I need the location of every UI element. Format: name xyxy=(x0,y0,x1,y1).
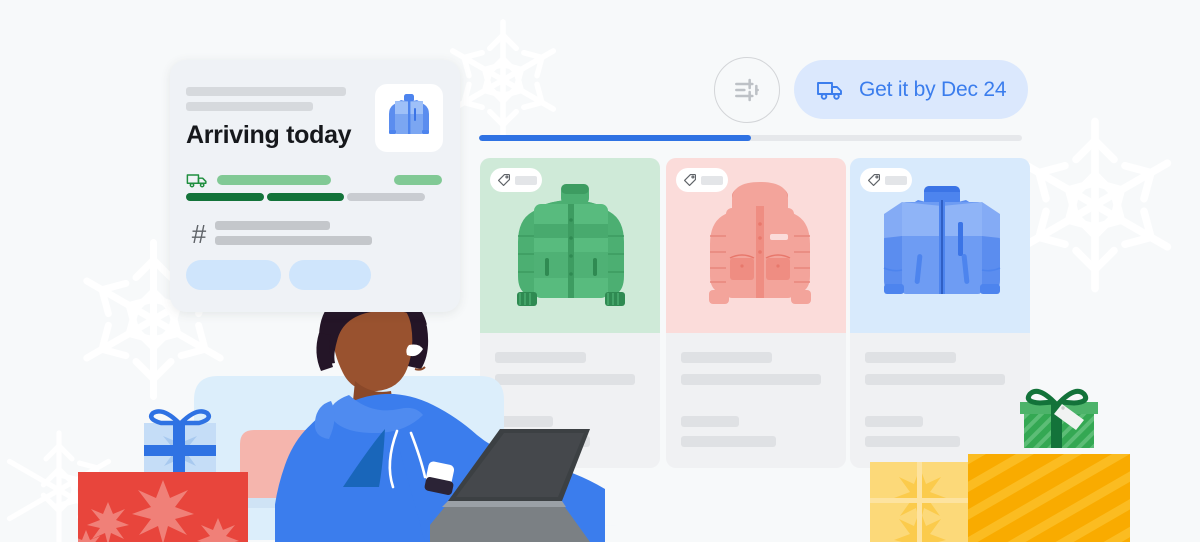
delivery-date-chip[interactable]: Get it by Dec 24 xyxy=(794,60,1028,119)
product-image-blue xyxy=(850,158,1030,333)
tune-filter-icon xyxy=(735,78,759,102)
product-image-pink xyxy=(666,158,846,333)
tracking-segment-delivered xyxy=(347,193,425,201)
tracking-product-thumbnail xyxy=(375,84,443,152)
tracking-segment-ordered xyxy=(186,193,264,201)
tracking-status-bar-secondary xyxy=(394,175,442,185)
tracking-segment-shipped xyxy=(267,193,344,201)
tracking-primary-action-button[interactable] xyxy=(186,260,281,290)
results-progress-bar[interactable] xyxy=(479,135,1022,141)
filter-button[interactable] xyxy=(714,57,780,123)
laptop-illustration xyxy=(430,429,590,542)
price-tag-value xyxy=(885,175,907,185)
blue-jacket-thumbnail-icon xyxy=(389,94,429,134)
blue-zip-jacket-illustration xyxy=(883,186,1001,294)
price-tag-badge-blue[interactable] xyxy=(860,168,912,192)
price-tag-badge-pink[interactable] xyxy=(676,168,728,192)
tracking-card-title: Arriving today xyxy=(186,121,352,149)
red-gift-box xyxy=(78,472,248,542)
shopping-illustration-scene: Get it by Dec 24 Arriving today # xyxy=(0,0,1200,542)
price-tag-icon xyxy=(868,174,880,186)
green-gift-box xyxy=(1020,388,1098,448)
delivery-chip-label: Get it by Dec 24 xyxy=(859,77,1007,101)
product-card-pink-hooded-puffer-jacket[interactable] xyxy=(666,158,846,468)
price-tag-value xyxy=(515,175,537,185)
product-line-4 xyxy=(681,436,776,447)
order-number-skeleton-2 xyxy=(215,236,372,245)
product-line-2 xyxy=(681,374,821,385)
order-tracking-card[interactable]: Arriving today # xyxy=(170,60,460,312)
product-card-blue-zip-fleece-jacket[interactable] xyxy=(850,158,1030,468)
results-progress-fill xyxy=(479,135,751,141)
price-tag-value xyxy=(701,175,723,185)
order-number-hash-icon: # xyxy=(191,219,207,249)
price-tag-badge-green[interactable] xyxy=(490,168,542,192)
product-line-1 xyxy=(865,352,956,363)
product-line-1 xyxy=(681,352,772,363)
product-line-3 xyxy=(865,416,923,427)
tracking-delivery-truck-icon xyxy=(186,174,207,188)
orange-gift-box xyxy=(968,454,1130,542)
product-line-3 xyxy=(681,416,739,427)
pink-hooded-puffer-jacket-illustration xyxy=(709,182,811,304)
tracking-headline-skeleton-2 xyxy=(186,102,313,111)
yellow-gift-box xyxy=(870,462,970,542)
tracking-status-bar-primary xyxy=(217,175,331,185)
order-number-skeleton-1 xyxy=(215,221,330,230)
price-tag-icon xyxy=(684,174,696,186)
blue-gift-box xyxy=(144,409,216,480)
tracking-headline-skeleton-1 xyxy=(186,87,346,96)
product-line-2 xyxy=(865,374,1005,385)
price-tag-icon xyxy=(498,174,510,186)
tracking-secondary-action-button[interactable] xyxy=(289,260,371,290)
delivery-truck-icon xyxy=(817,81,842,100)
product-line-4 xyxy=(865,436,960,447)
